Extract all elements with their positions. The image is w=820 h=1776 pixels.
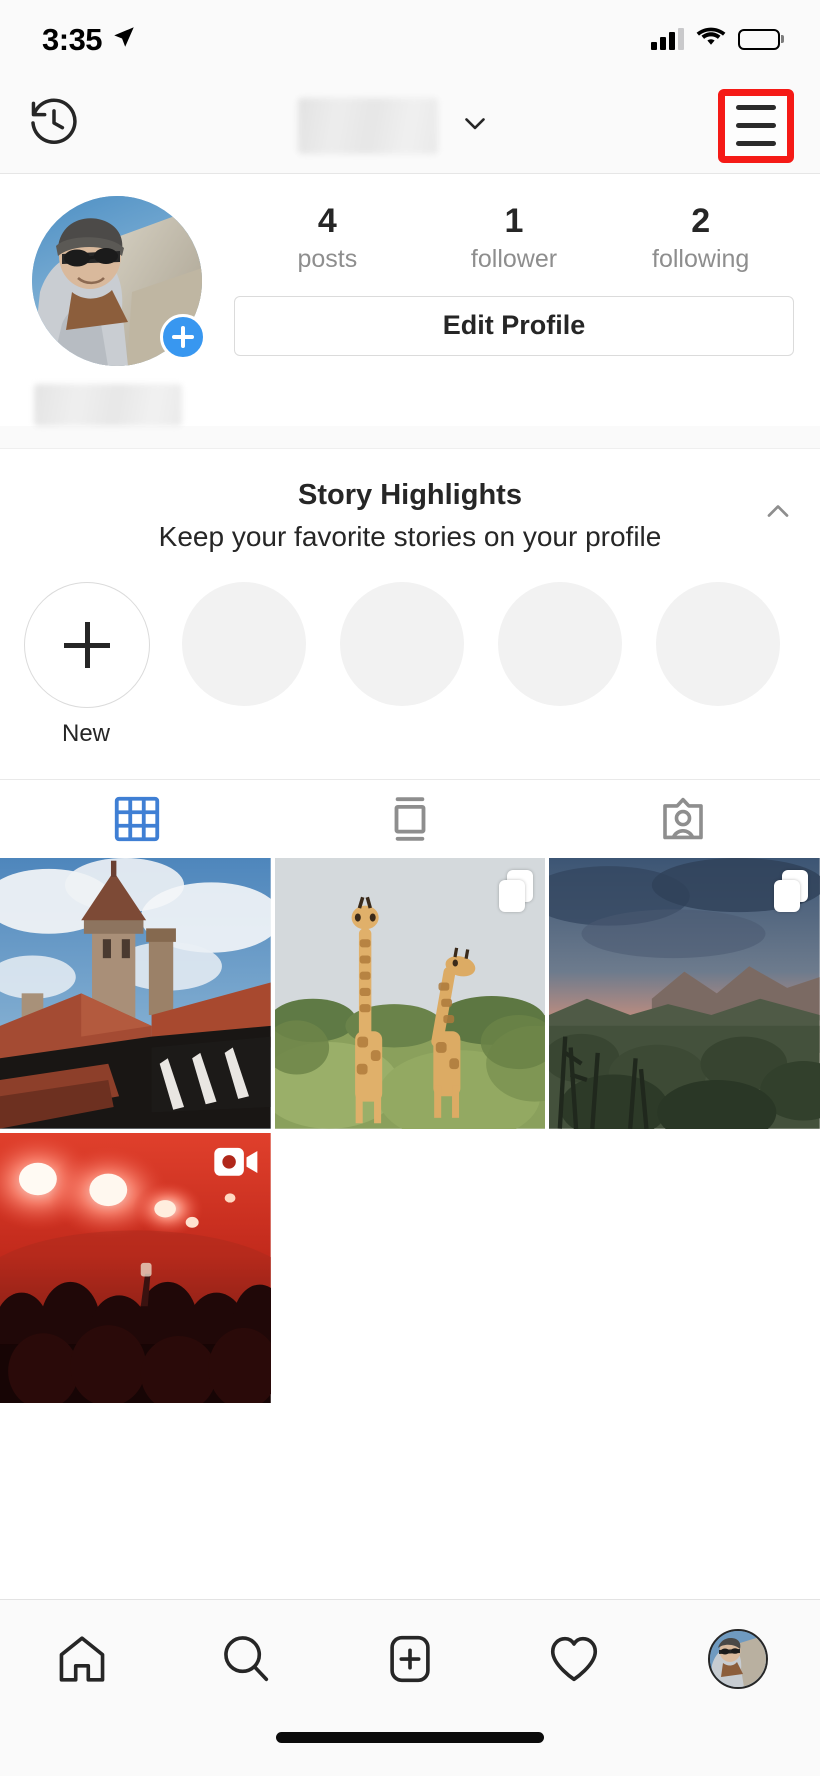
followers-count: 1: [504, 202, 524, 240]
content-spacer: [0, 1403, 820, 1599]
profile-header: 4 posts 1 follower 2 following Edit Prof…: [0, 174, 820, 426]
profile-tab-strip: [0, 779, 820, 859]
carousel-icon: [499, 870, 534, 913]
username-redacted: [298, 97, 438, 154]
followers-label: follower: [470, 245, 558, 274]
hamburger-menu-icon[interactable]: [718, 88, 794, 163]
highlight-placeholder[interactable]: [498, 582, 622, 707]
status-bar-right: [651, 25, 780, 53]
add-story-plus-icon[interactable]: [160, 314, 206, 360]
home-indicator-area: [0, 1718, 820, 1776]
highlight-new-label: New: [61, 720, 110, 748]
nav-profile[interactable]: [656, 1629, 820, 1689]
highlight-new[interactable]: New: [24, 582, 150, 749]
clock-history-icon[interactable]: [26, 95, 82, 156]
profile-top-row: 4 posts 1 follower 2 following Edit Prof…: [26, 196, 794, 366]
location-arrow-icon: [111, 24, 137, 55]
cellular-signal-icon: [651, 28, 684, 50]
video-icon: [213, 1145, 259, 1184]
nav-right: [674, 88, 794, 163]
avatar-container[interactable]: [32, 196, 206, 366]
story-highlights-subtitle: Keep your favorite stories on your profi…: [158, 521, 662, 553]
nav-username-area[interactable]: [116, 97, 674, 154]
nav-left: [26, 95, 116, 156]
tab-list[interactable]: [273, 780, 546, 858]
following-label: following: [652, 245, 750, 274]
highlights-bottom-spacer: [0, 749, 820, 779]
highlight-placeholder[interactable]: [340, 582, 464, 707]
battery-icon: [738, 28, 780, 50]
story-highlights-title: Story Highlights: [298, 479, 522, 511]
status-bar: 3:35: [0, 0, 820, 78]
grid-empty-cell: [549, 1132, 820, 1404]
nav-home[interactable]: [0, 1630, 164, 1688]
add-highlight-plus-icon[interactable]: [24, 582, 150, 709]
post-thumbnail[interactable]: [274, 858, 546, 1129]
posts-label: posts: [297, 245, 358, 274]
highlight-placeholder-circle: [498, 582, 622, 707]
highlight-placeholder[interactable]: [656, 582, 780, 707]
posts-count: 4: [317, 202, 337, 240]
highlight-placeholder-circle: [656, 582, 780, 707]
nav-activity[interactable]: [492, 1630, 656, 1688]
nav-new-post[interactable]: [328, 1630, 492, 1688]
stat-posts[interactable]: 4 posts: [234, 202, 421, 276]
hamburger-line: [736, 123, 776, 128]
hamburger-line: [736, 105, 776, 110]
story-highlights-header: Story Highlights Keep your favorite stor…: [0, 477, 820, 554]
grid-empty-cell: [274, 1132, 546, 1404]
edit-profile-button[interactable]: Edit Profile: [234, 295, 794, 356]
video-camera-glyph: [213, 1147, 258, 1176]
bottom-navigation-bar: [0, 1599, 820, 1718]
tab-tagged[interactable]: [547, 780, 820, 858]
carousel-icon: [773, 870, 808, 913]
post-thumbnail[interactable]: [549, 858, 820, 1129]
profile-stats: 4 posts 1 follower 2 following: [234, 202, 794, 276]
chevron-up-icon[interactable]: [758, 491, 798, 531]
post-thumbnail[interactable]: [0, 1132, 271, 1404]
post-image-castle: [0, 858, 271, 1129]
hamburger-line: [736, 141, 776, 146]
instagram-profile-screen: 3:35 4 posts 1 follower 2 following Edit…: [0, 0, 820, 1776]
tab-grid[interactable]: [0, 780, 273, 858]
stat-following[interactable]: 2 following: [607, 202, 794, 276]
post-grid: [0, 858, 820, 1404]
chevron-down-icon[interactable]: [458, 106, 492, 145]
highlight-placeholder-circle: [182, 582, 306, 707]
status-time: 3:35: [42, 21, 103, 57]
highlight-placeholder[interactable]: [182, 582, 306, 707]
profile-nav-bar: [0, 78, 820, 174]
status-bar-left: 3:35: [42, 24, 137, 55]
nav-search[interactable]: [164, 1630, 328, 1688]
story-highlights-row[interactable]: New: [0, 554, 820, 749]
display-name-redacted: [34, 384, 182, 426]
profile-stats-area: 4 posts 1 follower 2 following Edit Prof…: [202, 196, 794, 356]
profile-avatar-icon[interactable]: [708, 1629, 768, 1689]
wifi-icon: [696, 25, 726, 53]
story-highlights-section: Story Highlights Keep your favorite stor…: [0, 448, 820, 780]
stat-followers[interactable]: 1 follower: [421, 202, 608, 276]
highlight-placeholder-circle: [340, 582, 464, 707]
home-indicator-bar[interactable]: [276, 1732, 544, 1743]
following-count: 2: [691, 202, 711, 240]
post-thumbnail[interactable]: [0, 858, 271, 1129]
